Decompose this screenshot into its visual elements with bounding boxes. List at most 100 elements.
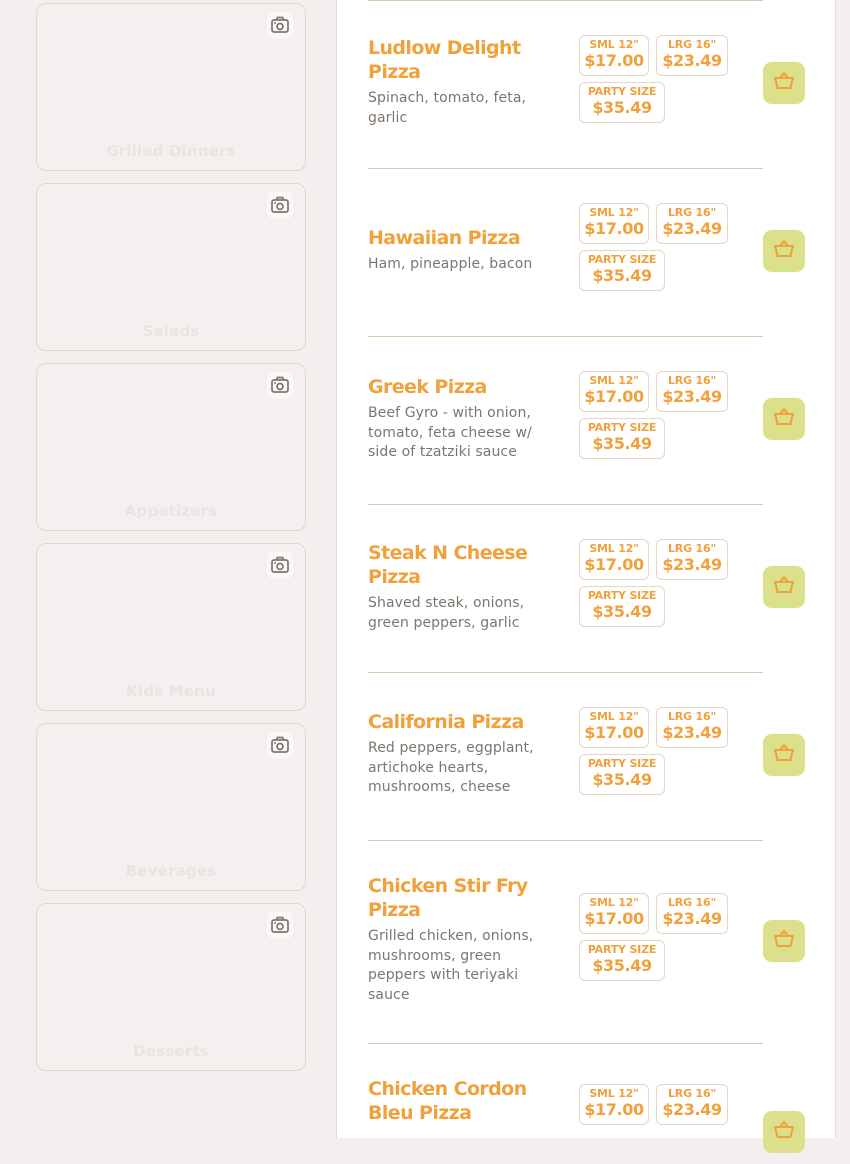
menu-item: Steak N Cheese Pizza Shaved steak, onion… <box>368 505 805 673</box>
price-value: $23.49 <box>662 555 722 574</box>
price-large-button[interactable]: LRG 16" $23.49 <box>656 539 728 580</box>
price-small-button[interactable]: SML 12" $17.00 <box>579 35 649 76</box>
size-label: LRG 16" <box>668 542 716 555</box>
size-label: SML 12" <box>589 542 639 555</box>
size-label: PARTY SIZE <box>587 757 657 770</box>
size-label: SML 12" <box>589 710 639 723</box>
item-name: Steak N Cheese Pizza <box>368 542 528 588</box>
category-card-salads[interactable]: Salads <box>36 183 306 351</box>
price-large-button[interactable]: LRG 16" $23.49 <box>656 371 728 412</box>
price-value: $23.49 <box>662 219 722 238</box>
category-card-desserts[interactable]: Desserts <box>36 903 306 1071</box>
price-large-button[interactable]: LRG 16" $23.49 <box>656 893 728 934</box>
item-description: Spinach, tomato, feta, garlic <box>368 90 527 126</box>
category-card-appetizers[interactable]: Appetizers <box>36 363 306 531</box>
price-small-button[interactable]: SML 12" $17.00 <box>579 893 649 934</box>
size-label: SML 12" <box>589 206 639 219</box>
price-value: $17.00 <box>584 51 644 70</box>
add-to-cart-button[interactable] <box>763 62 805 104</box>
item-name: California Pizza <box>368 711 524 733</box>
size-label: LRG 16" <box>668 710 716 723</box>
price-party-button[interactable]: PARTY SIZE $35.49 <box>579 82 665 123</box>
price-party-button[interactable]: PARTY SIZE $35.49 <box>579 754 665 795</box>
price-value: $17.00 <box>584 219 644 238</box>
category-card-kids-menu[interactable]: Kids Menu <box>36 543 306 711</box>
item-description: Grilled chicken, onions, mushrooms, gree… <box>368 928 534 1003</box>
size-label: LRG 16" <box>668 206 716 219</box>
price-value: $35.49 <box>592 602 652 621</box>
item-description: Red peppers, eggplant, artichoke hearts,… <box>368 740 534 795</box>
basket-icon <box>773 575 795 599</box>
menu-item: Hawaiian Pizza Ham, pineapple, bacon SML… <box>368 169 805 337</box>
camera-icon <box>267 192 293 218</box>
item-name: Chicken Cordon Bleu Pizza <box>368 1078 527 1124</box>
basket-icon <box>773 743 795 767</box>
price-small-button[interactable]: SML 12" $17.00 <box>579 707 649 748</box>
size-label: LRG 16" <box>668 1087 716 1100</box>
size-label: PARTY SIZE <box>587 85 657 98</box>
price-large-button[interactable]: LRG 16" $23.49 <box>656 1084 728 1125</box>
price-party-button[interactable]: PARTY SIZE $35.49 <box>579 586 665 627</box>
add-to-cart-button[interactable] <box>763 566 805 608</box>
price-small-button[interactable]: SML 12" $17.00 <box>579 203 649 244</box>
size-label: SML 12" <box>589 374 639 387</box>
menu-item: Chicken Cordon Bleu Pizza SML 12" $17.00… <box>368 1044 805 1164</box>
item-name: Chicken Stir Fry Pizza <box>368 875 528 921</box>
size-label: LRG 16" <box>668 896 716 909</box>
price-value: $23.49 <box>662 1100 722 1119</box>
camera-icon <box>267 12 293 38</box>
price-large-button[interactable]: LRG 16" $23.49 <box>656 707 728 748</box>
camera-icon <box>267 732 293 758</box>
item-description: Ham, pineapple, bacon <box>368 256 533 272</box>
category-title: Kids Menu <box>126 682 216 700</box>
basket-icon <box>773 239 795 263</box>
menu-item: Chicken Stir Fry Pizza Grilled chicken, … <box>368 841 805 1044</box>
add-to-cart-button[interactable] <box>763 1111 805 1153</box>
price-large-button[interactable]: LRG 16" $23.49 <box>656 203 728 244</box>
price-small-button[interactable]: SML 12" $17.00 <box>579 371 649 412</box>
add-to-cart-button[interactable] <box>763 398 805 440</box>
size-label: PARTY SIZE <box>587 421 657 434</box>
price-value: $35.49 <box>592 434 652 453</box>
menu-item: Ludlow Delight Pizza Spinach, tomato, fe… <box>368 1 805 169</box>
menu-item: Greek Pizza Beef Gyro - with onion, toma… <box>368 337 805 505</box>
price-value: $23.49 <box>662 387 722 406</box>
price-party-button[interactable]: PARTY SIZE $35.49 <box>579 940 665 981</box>
price-large-button[interactable]: LRG 16" $23.49 <box>656 35 728 76</box>
price-value: $23.49 <box>662 723 722 742</box>
category-list: Grilled Dinners Salads Appetizers Kids M… <box>36 3 306 1083</box>
camera-icon <box>267 552 293 578</box>
basket-icon <box>773 1120 795 1144</box>
price-value: $35.49 <box>592 98 652 117</box>
category-title: Desserts <box>133 1042 209 1060</box>
price-small-button[interactable]: SML 12" $17.00 <box>579 1084 649 1125</box>
menu-item: California Pizza Red peppers, eggplant, … <box>368 673 805 841</box>
basket-icon <box>773 71 795 95</box>
category-title: Grilled Dinners <box>106 142 236 160</box>
size-label: LRG 16" <box>668 374 716 387</box>
add-to-cart-button[interactable] <box>763 734 805 776</box>
item-description: Beef Gyro - with onion, tomato, feta che… <box>368 405 532 460</box>
item-name: Ludlow Delight Pizza <box>368 37 521 83</box>
price-value: $35.49 <box>592 956 652 975</box>
price-value: $23.49 <box>662 909 722 928</box>
category-card-grilled-dinners[interactable]: Grilled Dinners <box>36 3 306 171</box>
price-small-button[interactable]: SML 12" $17.00 <box>579 539 649 580</box>
price-value: $35.49 <box>592 266 652 285</box>
price-value: $35.49 <box>592 770 652 789</box>
category-title: Salads <box>142 322 200 340</box>
price-value: $17.00 <box>584 909 644 928</box>
item-description: Shaved steak, onions, green peppers, gar… <box>368 595 525 631</box>
menu-panel: Ludlow Delight Pizza Spinach, tomato, fe… <box>336 0 836 1153</box>
size-label: LRG 16" <box>668 38 716 51</box>
price-value: $17.00 <box>584 1100 644 1119</box>
price-party-button[interactable]: PARTY SIZE $35.49 <box>579 250 665 291</box>
size-label: SML 12" <box>589 896 639 909</box>
size-label: SML 12" <box>589 38 639 51</box>
price-value: $17.00 <box>584 387 644 406</box>
category-card-beverages[interactable]: Beverages <box>36 723 306 891</box>
add-to-cart-button[interactable] <box>763 230 805 272</box>
price-party-button[interactable]: PARTY SIZE $35.49 <box>579 418 665 459</box>
add-to-cart-button[interactable] <box>763 920 805 962</box>
item-name: Greek Pizza <box>368 376 487 398</box>
